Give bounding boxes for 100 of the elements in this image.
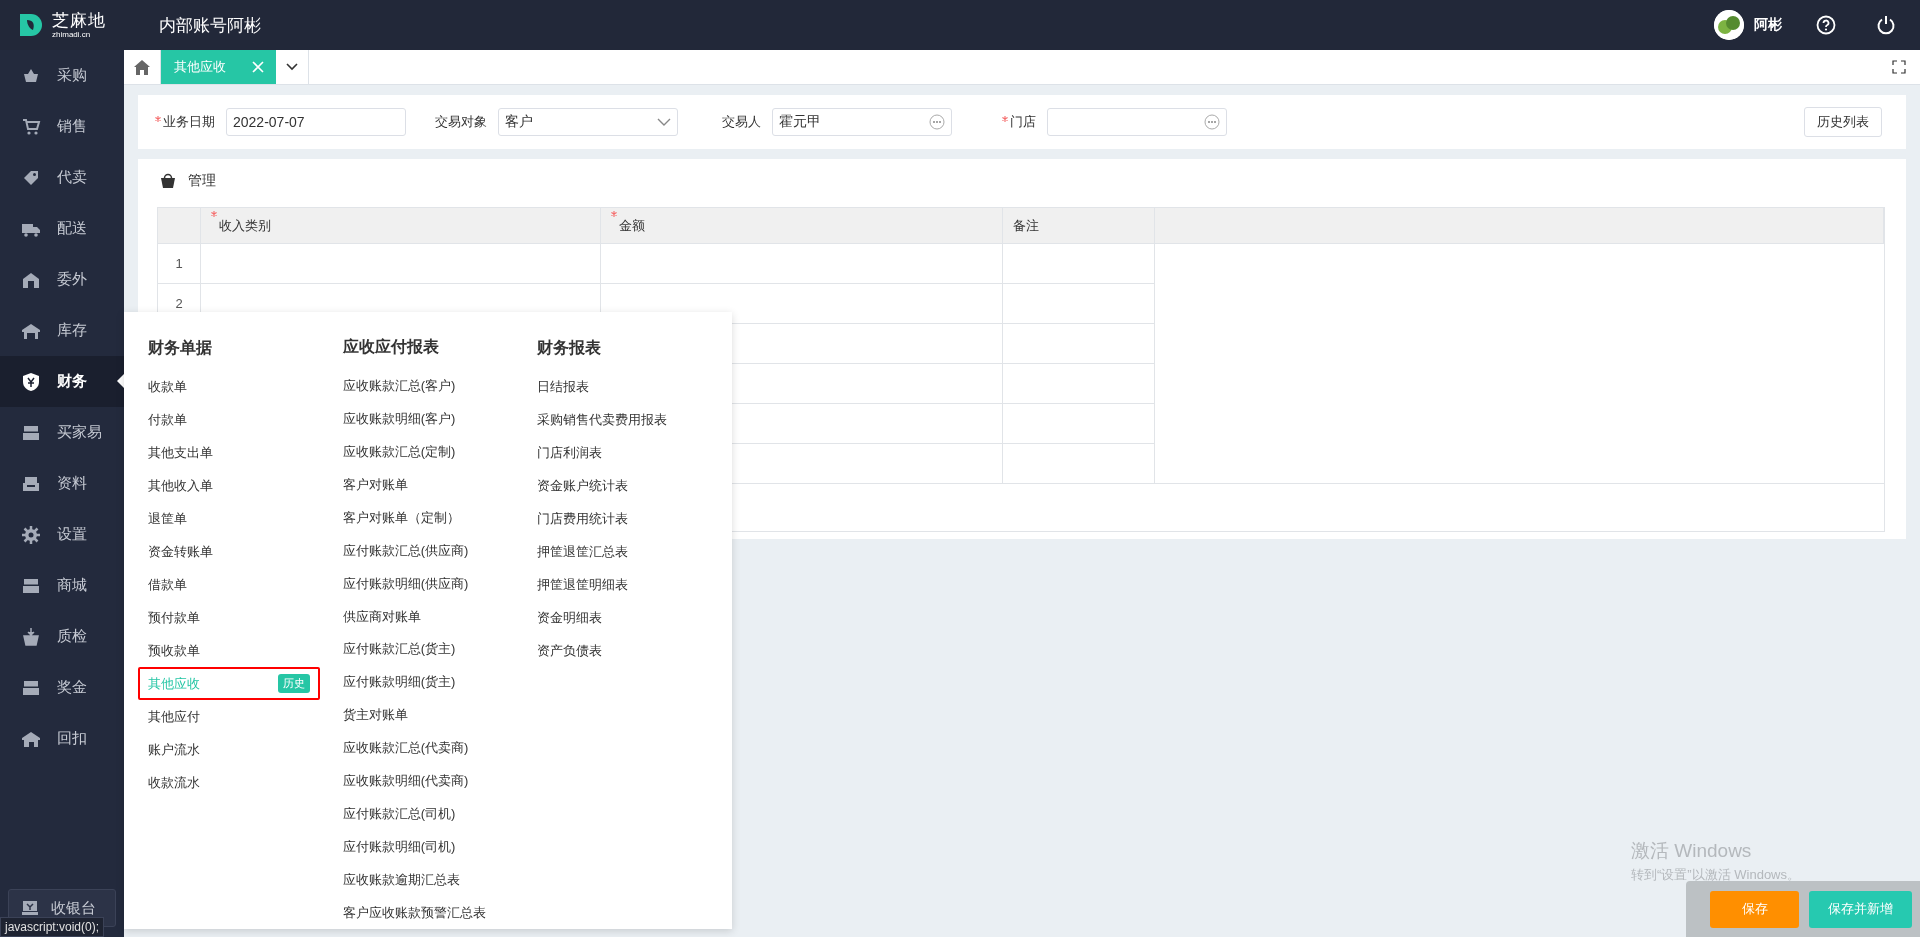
sidebar-item[interactable]: 奖金 [0,662,124,713]
menu-item[interactable]: 预收款单 [148,634,343,667]
menu-item[interactable]: 资金转账单 [148,535,343,568]
column-header: 备注 [1003,208,1155,244]
menu-item[interactable]: 采购销售代卖费用报表 [537,403,732,436]
required-icon [155,116,161,122]
sidebar-item[interactable]: 采购 [0,50,124,101]
field-label: 交易人 [722,113,761,131]
table-cell[interactable] [1003,284,1155,324]
field-label: 交易对象 [435,113,487,131]
more-icon[interactable] [1204,114,1220,130]
row-number: 1 [158,244,201,284]
menu-item[interactable]: 其他收入单 [148,469,343,502]
menu-heading: 财务报表 [537,337,603,358]
sidebar-item[interactable]: 库存 [0,305,124,356]
url-tooltip: javascript:void(0); [0,917,105,937]
sidebar-item[interactable]: 设置 [0,509,124,560]
input-field[interactable]: 霍元甲 [772,108,952,136]
menu-item[interactable]: 资金明细表 [537,601,732,634]
menu-item[interactable]: 客户应收账款预警汇总表 [342,896,538,929]
required-icon [211,211,217,217]
required-icon [1002,116,1008,122]
help-icon[interactable] [1816,15,1836,35]
logo-domain: zhimadi.cn [52,30,92,39]
more-icon[interactable] [929,114,945,130]
logo-icon [18,12,44,38]
sidebar-item[interactable]: 代卖 [0,152,124,203]
field-label: 业务日期 [155,113,215,131]
required-icon [611,211,617,217]
menu-item[interactable]: 客户对账单（定制） [342,501,538,535]
sidebar-item[interactable]: 配送 [0,203,124,254]
menu-item[interactable]: 其他应付 [148,700,343,733]
table-cell[interactable] [601,244,1003,284]
sidebar-item[interactable]: 质检 [0,611,124,662]
menu-item[interactable]: 退筐单 [148,502,343,535]
input-field[interactable] [1047,108,1227,136]
menu-item[interactable]: 押筐退筐明细表 [537,568,732,601]
menu-item[interactable]: 日结报表 [537,370,732,403]
table-cell[interactable] [201,244,601,284]
sidebar-item[interactable]: 财务 [0,356,124,407]
menu-item[interactable]: 应收账款汇总(定制) [342,435,538,469]
menu-item[interactable]: 付款单 [148,403,343,436]
menu-item[interactable]: 门店利润表 [537,436,732,469]
history-list-button[interactable]: 历史列表 [1804,107,1882,137]
menu-item[interactable]: 资金账户统计表 [537,469,732,502]
close-icon[interactable] [252,61,264,73]
cart-icon [21,116,41,137]
sidebar-item[interactable]: 委外 [0,254,124,305]
power-icon[interactable] [1876,15,1896,35]
menu-item[interactable]: 应付账款汇总(司机) [342,797,538,831]
menu-item[interactable]: 收款流水 [148,766,343,799]
menu-item[interactable]: 货主对账单 [342,698,538,732]
chevron-down-icon[interactable] [286,63,298,71]
table-cell[interactable] [1003,364,1155,404]
user-name[interactable]: 阿彬 [1754,16,1782,34]
input-field[interactable]: 2022-07-07 [226,108,406,136]
avatar[interactable] [1714,10,1744,40]
menu-item[interactable]: 应收账款汇总(代卖商) [342,731,538,765]
table-cell[interactable] [1003,444,1155,484]
menu-item[interactable]: 应收账款明细(代卖商) [342,764,538,798]
menu-heading: 应收应付报表 [342,337,440,358]
column-header: 金额 [601,208,1003,244]
basket-icon [21,626,41,647]
home-icon[interactable] [134,59,150,75]
table-cell[interactable] [1003,324,1155,364]
menu-item[interactable]: 预付款单 [148,601,343,634]
menu-heading: 财务单据 [148,337,213,358]
menu-item[interactable]: 应付账款明细(货主) [342,665,538,699]
menu-item[interactable]: 供应商对账单 [342,600,538,633]
table-cell[interactable] [1003,244,1155,284]
menu-item[interactable]: 应付账款汇总(供应商) [342,534,538,568]
select-field[interactable]: 客户 [498,108,678,136]
menu-item[interactable]: 其他支出单 [148,436,343,469]
sidebar-item[interactable]: 回扣 [0,713,124,764]
menu-item[interactable]: 借款单 [148,568,343,601]
menu-item[interactable]: 应收账款汇总(客户) [342,369,538,403]
register-icon [21,899,39,917]
sidebar-item[interactable]: 资料 [0,458,124,509]
menu-item[interactable]: 门店费用统计表 [537,502,732,535]
menu-item[interactable]: 应收账款逾期汇总表 [342,863,538,897]
menu-item[interactable]: 客户对账单 [342,468,538,502]
menu-item[interactable]: 应付账款明细(供应商) [342,567,538,601]
sidebar-item[interactable]: 商城 [0,560,124,611]
menu-item[interactable]: 应付账款汇总(货主) [342,633,538,666]
menu-item[interactable]: 应收账款明细(客户) [342,402,538,436]
menu-item[interactable]: 账户流水 [148,733,343,766]
menu-item[interactable]: 应付账款明细(司机) [342,830,538,864]
sidebar-item[interactable]: 买家易 [0,407,124,458]
column-header: 收入类别 [201,208,601,244]
account-title: 内部账号阿彬 [159,14,262,37]
gear-icon [21,524,41,545]
bag-icon [160,173,176,188]
menu-item[interactable]: 押筐退筐汇总表 [537,535,732,568]
menu-item[interactable]: 资产负债表 [537,634,732,667]
sidebar-item[interactable]: 销售 [0,101,124,152]
field-label: 门店 [1002,113,1036,131]
menu-item[interactable]: 收款单 [148,370,343,403]
section-title: 管理 [188,171,216,190]
fullscreen-icon[interactable] [1892,60,1906,74]
table-cell[interactable] [1003,404,1155,444]
